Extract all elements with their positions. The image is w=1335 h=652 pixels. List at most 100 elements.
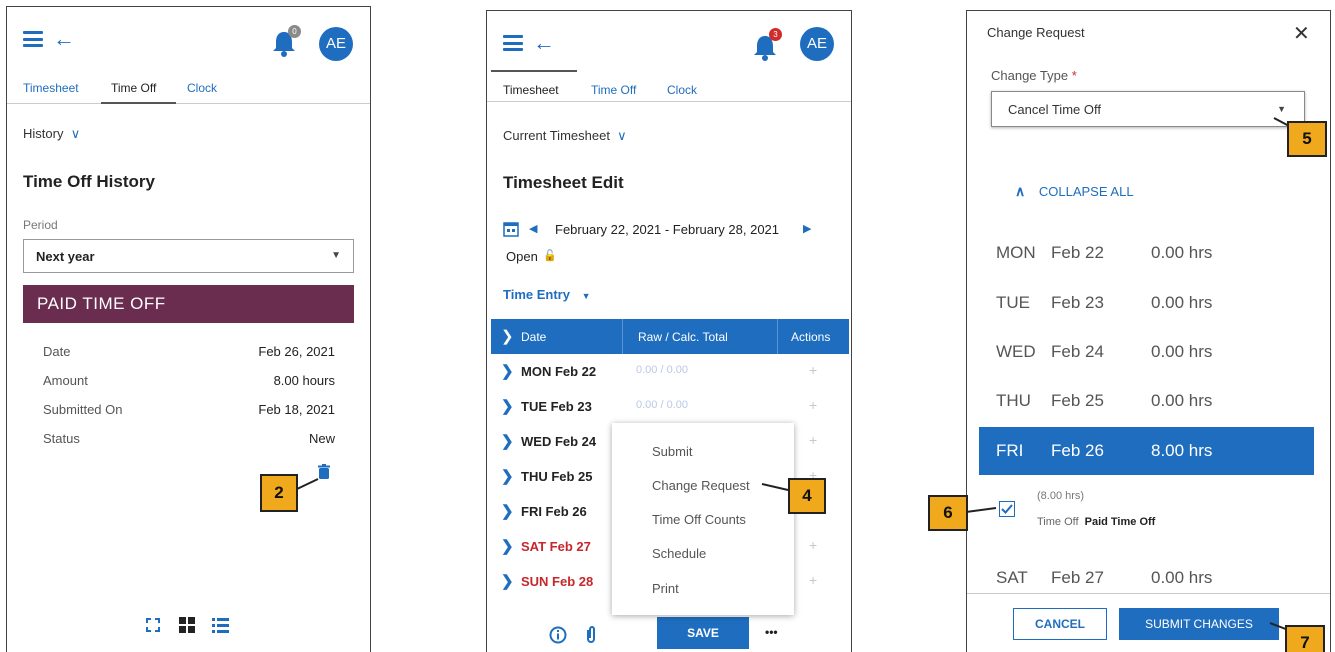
tab-clock[interactable]: Clock: [187, 81, 217, 95]
day-of-week: FRI: [996, 441, 1024, 460]
add-icon[interactable]: +: [809, 537, 817, 553]
period-select[interactable]: Next year ▼: [23, 239, 354, 273]
day-row[interactable]: MON Feb 22 0.00 hrs: [979, 229, 1314, 277]
current-timesheet-dropdown[interactable]: Current Timesheet ∨: [503, 128, 627, 144]
day-hours: 0.00 hrs: [1151, 391, 1213, 410]
tab-timesheet[interactable]: Timesheet: [503, 83, 559, 97]
column-total: Raw / Calc. Total: [638, 330, 728, 344]
change-type-label: Change Type *: [991, 68, 1077, 83]
submit-changes-button[interactable]: SUBMIT CHANGES: [1119, 608, 1279, 640]
collapse-all-label: COLLAPSE ALL: [1038, 184, 1134, 199]
detail-label: Date: [43, 344, 71, 359]
tab-time-off[interactable]: Time Off: [111, 81, 156, 95]
actions-menu: Submit Change Request Time Off Counts Sc…: [612, 423, 794, 615]
row-total: 0.00 / 0.00: [636, 364, 688, 376]
day-hours: 0.00 hrs: [1151, 293, 1213, 312]
save-button[interactable]: SAVE: [657, 617, 749, 649]
day-date: Feb 25: [1051, 391, 1104, 410]
table-row[interactable]: ❯ TUE Feb 23 0.00 / 0.00 +: [491, 389, 849, 424]
tab-clock[interactable]: Clock: [667, 83, 697, 97]
row-day: TUE Feb 23: [521, 399, 592, 414]
expand-view-icon[interactable]: [145, 617, 161, 638]
avatar[interactable]: AE: [800, 27, 834, 61]
close-icon[interactable]: ✕: [1293, 21, 1310, 46]
back-arrow-icon[interactable]: ←: [53, 26, 75, 52]
previous-period-icon[interactable]: ◀: [529, 222, 537, 235]
add-icon[interactable]: +: [809, 432, 817, 448]
notification-badge: 0: [288, 25, 301, 38]
info-icon[interactable]: [549, 626, 567, 649]
add-icon[interactable]: +: [809, 572, 817, 588]
row-day: FRI Feb 26: [521, 504, 587, 519]
callout-6: 6: [928, 495, 968, 531]
add-icon[interactable]: +: [809, 362, 817, 378]
day-hours: 0.00 hrs: [1151, 243, 1213, 262]
callout-5: 5: [1287, 121, 1327, 157]
caret-down-icon: ▼: [331, 250, 341, 261]
change-type-value: Cancel Time Off: [1008, 102, 1101, 117]
collapse-all-button[interactable]: ∧ COLLAPSE ALL: [1015, 183, 1134, 200]
attachment-icon[interactable]: [585, 625, 597, 650]
menu-item-change-request[interactable]: Change Request: [652, 478, 750, 493]
menu-item-time-off-counts[interactable]: Time Off Counts: [652, 512, 746, 527]
day-of-week: MON: [996, 243, 1036, 262]
tab-timesheet[interactable]: Timesheet: [23, 81, 79, 95]
menu-item-submit[interactable]: Submit: [652, 444, 692, 459]
caret-down-icon: ▼: [1277, 104, 1286, 114]
day-of-week: SAT: [996, 568, 1028, 587]
expand-all-icon[interactable]: ❯: [501, 327, 514, 345]
column-actions: Actions: [791, 330, 831, 344]
grid-view-icon[interactable]: [179, 617, 195, 638]
required-mark: *: [1071, 68, 1077, 83]
day-date: Feb 24: [1051, 342, 1104, 361]
status-value: New: [308, 431, 335, 446]
history-dropdown[interactable]: History ∨: [23, 126, 80, 142]
change-type-label-text: Change Type: [991, 68, 1069, 83]
time-entry-label: Time Entry: [503, 287, 570, 302]
row-total: 0.00 / 0.00: [636, 399, 688, 411]
more-options-icon[interactable]: •••: [765, 625, 778, 639]
day-row[interactable]: TUE Feb 23 0.00 hrs: [979, 279, 1314, 327]
menu-item-schedule[interactable]: Schedule: [652, 546, 706, 561]
column-date: Date: [521, 330, 547, 344]
change-type-select[interactable]: Cancel Time Off ▼: [991, 91, 1305, 127]
next-period-icon[interactable]: ▶: [803, 222, 811, 235]
add-icon[interactable]: +: [809, 397, 817, 413]
current-timesheet-label: Current Timesheet: [503, 128, 610, 143]
day-hours: 0.00 hrs: [1151, 568, 1213, 587]
caret-down-icon: ▼: [581, 291, 591, 301]
notification-badge: 3: [769, 28, 782, 41]
back-arrow-icon[interactable]: ←: [533, 30, 555, 56]
menu-icon[interactable]: [503, 35, 523, 51]
day-row[interactable]: THU Feb 25 0.00 hrs: [979, 377, 1314, 425]
detail-label: Amount: [43, 373, 88, 388]
callout-2: 2: [260, 474, 298, 512]
entry-name: Paid Time Off: [1084, 516, 1156, 528]
cancel-button[interactable]: CANCEL: [1013, 608, 1107, 640]
table-header: ❯ Date Raw / Calc. Total Actions: [491, 319, 849, 354]
day-of-week: THU: [996, 391, 1031, 410]
paid-time-off-card-header: PAID TIME OFF: [23, 285, 354, 323]
avatar[interactable]: AE: [319, 27, 353, 61]
day-row[interactable]: WED Feb 24 0.00 hrs: [979, 328, 1314, 376]
dialog-title: Change Request: [987, 25, 1085, 40]
time-off-history-screen: ← 0 AE Timesheet Time Off Clock History …: [6, 6, 371, 652]
callout-4: 4: [788, 478, 826, 514]
entry-type: Time Off: [1037, 516, 1079, 528]
history-label: History: [23, 126, 64, 141]
day-row[interactable]: SAT Feb 27 0.00 hrs: [979, 554, 1314, 602]
calendar-icon[interactable]: [503, 221, 519, 242]
detail-value: Feb 26, 2021: [258, 344, 335, 359]
menu-icon[interactable]: [23, 31, 43, 47]
callout-7: 7: [1285, 625, 1325, 652]
day-hours: 8.00 hrs: [1151, 441, 1213, 460]
row-day: WED Feb 24: [521, 434, 597, 449]
time-off-checkbox[interactable]: [999, 501, 1015, 517]
list-view-icon[interactable]: [212, 617, 229, 638]
menu-item-print[interactable]: Print: [652, 581, 679, 596]
time-entry-dropdown[interactable]: Time Entry ▼: [503, 287, 591, 302]
tab-time-off[interactable]: Time Off: [591, 83, 636, 97]
day-row-selected[interactable]: FRI Feb 26 8.00 hrs: [979, 427, 1314, 475]
table-row[interactable]: ❯ MON Feb 22 0.00 / 0.00 +: [491, 354, 849, 389]
day-hours: 0.00 hrs: [1151, 342, 1213, 361]
